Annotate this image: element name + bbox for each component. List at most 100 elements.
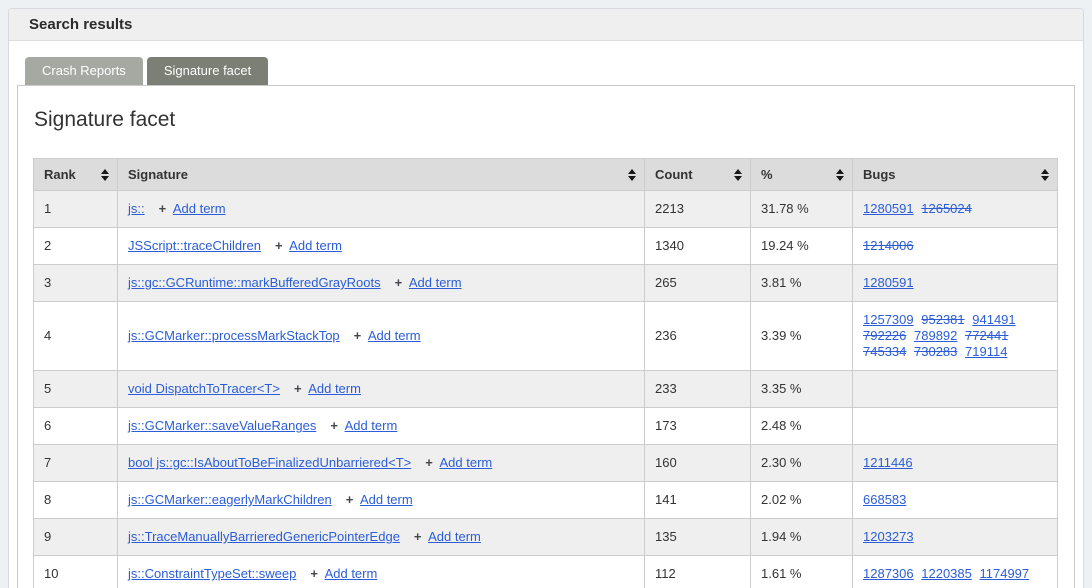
count-cell: 2213 [645, 191, 751, 228]
bug-link[interactable]: 1280591 [863, 275, 914, 290]
signature-link[interactable]: js::TraceManuallyBarrieredGenericPointer… [128, 529, 403, 544]
bugs-cell: 1280591 [853, 265, 1058, 302]
signature-cell: js::GCMarker::eagerlyMarkChildren + Add t… [118, 482, 645, 519]
signature-cell: js::GCMarker::saveValueRanges + Add term [118, 408, 645, 445]
table-row: 8 js::GCMarker::eagerlyMarkChildren+ Add… [34, 482, 1058, 519]
panel-title: Search results [9, 9, 1083, 41]
signature-link[interactable]: js::GCMarker::processMarkStackTop [128, 328, 343, 343]
percent-cell: 1.61 % [751, 556, 853, 588]
bug-link[interactable]: 1214006 [863, 238, 914, 253]
plus-icon: + [346, 492, 357, 507]
plus-icon: + [414, 529, 425, 544]
table-row: 10 js::ConstraintTypeSet::sweep + Add ter… [34, 556, 1058, 588]
count-cell: 1340 [645, 228, 751, 265]
signature-link[interactable]: js::GCMarker::eagerlyMarkChildren [128, 492, 335, 507]
plus-icon: + [159, 201, 170, 216]
bug-link[interactable]: 1174997 [980, 566, 1030, 581]
table-header: Rank Signature Count % [34, 159, 1058, 191]
add-term-link[interactable]: Add term [308, 381, 361, 396]
plus-icon: + [310, 566, 321, 581]
percent-cell: 2.30 % [751, 445, 853, 482]
rank-cell: 3 [34, 265, 118, 302]
sort-icon[interactable] [1041, 169, 1049, 181]
bug-link[interactable]: 1203273 [863, 529, 914, 544]
signature-link[interactable]: js::GCMarker::saveValueRanges [128, 418, 319, 433]
add-term-link[interactable]: Add term [173, 201, 226, 216]
add-term-link[interactable]: Add term [345, 418, 398, 433]
add-term: + Add term [395, 275, 462, 290]
bug-link[interactable]: 1257309 [863, 312, 914, 327]
column-header-bugs[interactable]: Bugs [853, 159, 1058, 191]
signature-link[interactable]: void DispatchToTracer<T> [128, 381, 283, 396]
column-header-count[interactable]: Count [645, 159, 751, 191]
add-term: + Add term [414, 529, 481, 544]
count-cell: 141 [645, 482, 751, 519]
add-term-link[interactable]: Add term [428, 529, 481, 544]
column-header-rank[interactable]: Rank [34, 159, 118, 191]
bug-link[interactable]: 730283 [914, 344, 957, 359]
add-term-link[interactable]: Add term [368, 328, 421, 343]
percent-cell: 31.78 % [751, 191, 853, 228]
add-term: + Add term [294, 381, 361, 396]
bug-link[interactable]: 745334 [863, 344, 906, 359]
table-row: 4 js::GCMarker::processMarkStackTop + Add… [34, 302, 1058, 371]
count-cell: 233 [645, 371, 751, 408]
bugs-cell [853, 371, 1058, 408]
bug-link[interactable]: 668583 [863, 492, 906, 507]
bugs-cell: 1257309 952381 941491 792226 789892 7724… [853, 302, 1058, 371]
add-term-link[interactable]: Add term [289, 238, 342, 253]
sort-icon[interactable] [836, 169, 844, 181]
bug-link[interactable]: 1287306 [863, 566, 914, 581]
add-term: + Add term [330, 418, 397, 433]
bugs-cell: 1203273 [853, 519, 1058, 556]
column-header-signature[interactable]: Signature [118, 159, 645, 191]
signature-link[interactable]: js::ConstraintTypeSet::sweep [128, 566, 299, 581]
bug-link[interactable]: 1211446 [863, 455, 913, 470]
count-cell: 160 [645, 445, 751, 482]
bugs-cell: 1280591 1265024 [853, 191, 1058, 228]
bugs-cell: 1211446 [853, 445, 1058, 482]
bug-link[interactable]: 792226 [863, 328, 906, 343]
rank-cell: 10 [34, 556, 118, 588]
sort-icon[interactable] [734, 169, 742, 181]
tab-signature-facet[interactable]: Signature facet [147, 57, 268, 85]
signature-link[interactable]: JSScript::traceChildren [128, 238, 264, 253]
signature-link[interactable]: bool js::gc::IsAboutToBeFinalizedUnbarri… [128, 455, 414, 470]
table-body: 1 js::+ Add term 2213 31.78 % 1280591 12… [34, 191, 1058, 588]
bug-link[interactable]: 941491 [972, 312, 1015, 327]
signature-link[interactable]: js:: [128, 201, 148, 216]
percent-cell: 2.48 % [751, 408, 853, 445]
bug-link[interactable]: 952381 [921, 312, 964, 327]
bug-link[interactable]: 1220385 [921, 566, 972, 581]
sort-icon[interactable] [101, 169, 109, 181]
add-term-link[interactable]: Add term [409, 275, 462, 290]
percent-cell: 3.39 % [751, 302, 853, 371]
add-term-link[interactable]: Add term [439, 455, 492, 470]
add-term: + Add term [275, 238, 342, 253]
bug-link[interactable]: 789892 [914, 328, 957, 343]
tab-crash-reports[interactable]: Crash Reports [25, 57, 143, 85]
bug-link[interactable]: 772441 [965, 328, 1008, 343]
percent-cell: 3.35 % [751, 371, 853, 408]
bug-link[interactable]: 1265024 [921, 201, 972, 216]
signature-cell: js::ConstraintTypeSet::sweep + Add term [118, 556, 645, 588]
plus-icon: + [354, 328, 365, 343]
bugs-cell: 1214006 [853, 228, 1058, 265]
rank-cell: 4 [34, 302, 118, 371]
add-term-link[interactable]: Add term [360, 492, 413, 507]
bug-link[interactable]: 719114 [965, 344, 1007, 359]
signature-cell: bool js::gc::IsAboutToBeFinalizedUnbarri… [118, 445, 645, 482]
percent-cell: 19.24 % [751, 228, 853, 265]
bug-link[interactable]: 1280591 [863, 201, 914, 216]
add-term: + Add term [159, 201, 226, 216]
signature-cell: js::+ Add term [118, 191, 645, 228]
tab-bar: Crash Reports Signature facet [17, 57, 1075, 85]
plus-icon: + [330, 418, 341, 433]
column-header-percent[interactable]: % [751, 159, 853, 191]
add-term-link[interactable]: Add term [325, 566, 378, 581]
add-term: + Add term [425, 455, 492, 470]
count-cell: 112 [645, 556, 751, 588]
signature-link[interactable]: js::gc::GCRuntime::markBufferedGrayRoots [128, 275, 384, 290]
rank-cell: 5 [34, 371, 118, 408]
sort-icon[interactable] [628, 169, 636, 181]
